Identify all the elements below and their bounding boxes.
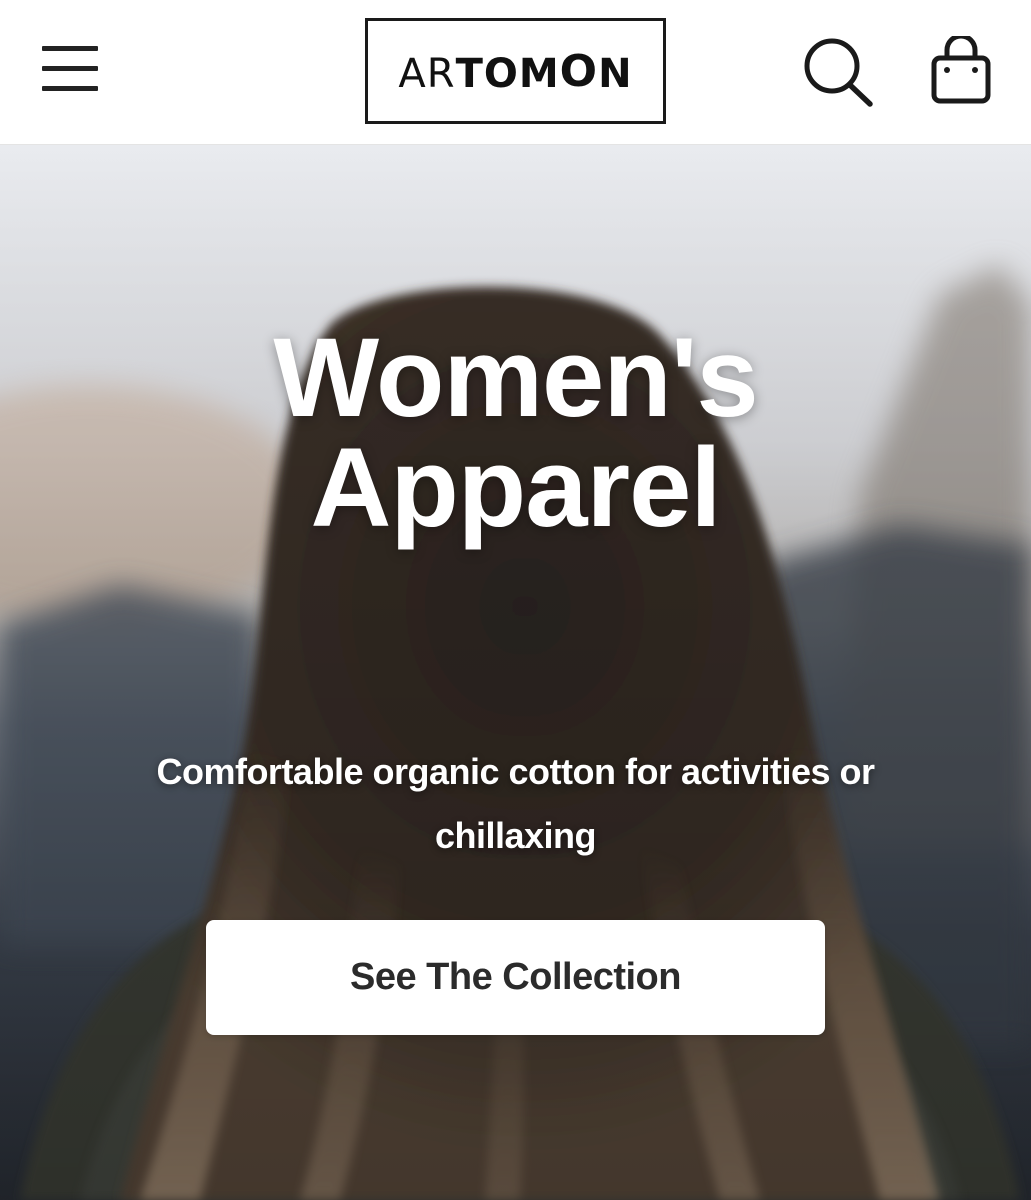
hero-content: Women's Apparel Comfortable organic cott… <box>0 145 1031 1200</box>
cart-button[interactable] <box>926 33 996 108</box>
brand-logo[interactable]: AR TOM O N <box>365 18 666 124</box>
menu-button[interactable] <box>38 40 102 100</box>
logo-part-2: TOM <box>455 50 560 97</box>
hero-title-line-1: Women's <box>273 315 758 440</box>
logo-part-1: AR <box>398 50 456 97</box>
hero-title-line-2: Apparel <box>310 425 722 550</box>
logo-part-4: N <box>598 50 633 97</box>
search-icon <box>804 38 873 107</box>
logo-part-3: O <box>559 45 599 97</box>
hamburger-menu-icon <box>42 46 98 51</box>
brand-logo-text: AR TOM O N <box>398 46 632 97</box>
hamburger-menu-icon-bar <box>42 86 98 91</box>
hamburger-menu-icon-bar <box>42 66 98 71</box>
hero-title: Women's Apparel <box>0 315 1031 550</box>
search-button[interactable] <box>800 36 876 108</box>
site-header: AR TOM O N <box>0 0 1031 145</box>
see-collection-button[interactable]: See The Collection <box>206 920 825 1035</box>
hero-banner: Women's Apparel Comfortable organic cott… <box>0 145 1031 1200</box>
hero-subtitle: Comfortable organic cotton for activitie… <box>156 751 875 856</box>
shopping-bag-icon <box>931 33 991 104</box>
